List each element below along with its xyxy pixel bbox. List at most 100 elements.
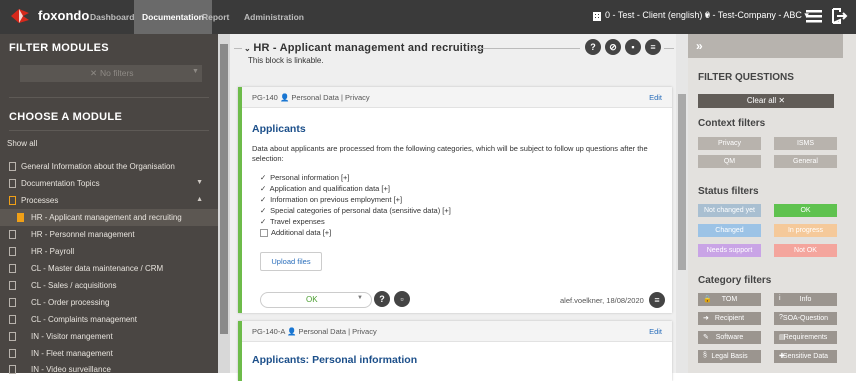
sidebar-item-hr-applicant-management[interactable]: HR - Applicant management and recruiting bbox=[0, 209, 218, 226]
sidebar-item-label: Processes bbox=[21, 196, 59, 205]
card-header: PG-140 👤 Personal Data | Privacy Edit bbox=[242, 87, 672, 108]
collapse-panel-button[interactable]: » bbox=[688, 34, 843, 58]
list-icon[interactable]: ≡ bbox=[645, 39, 661, 55]
checkmark-icon: ✓ bbox=[260, 195, 267, 204]
sidebar-item-in-visitor[interactable]: IN - Visitor mangement bbox=[0, 328, 218, 345]
option-additional-data[interactable]: Additional data [+] bbox=[260, 228, 331, 238]
option-personal-information[interactable]: ✓ Personal information [+] bbox=[260, 173, 350, 182]
sidebar-item-in-fleet[interactable]: IN - Fleet management bbox=[0, 345, 218, 362]
clear-all-button[interactable]: Clear all ✕ bbox=[698, 94, 834, 108]
filter-needs-support[interactable]: Needs support bbox=[698, 244, 761, 257]
divider bbox=[470, 48, 580, 49]
sidebar-item-in-video[interactable]: IN - Video surveillance bbox=[0, 361, 218, 378]
checkmark-icon: ✓ bbox=[260, 173, 267, 182]
checkmark-icon: ✓ bbox=[260, 217, 267, 226]
bookmark-icon bbox=[9, 162, 16, 171]
foxondo-logo-icon[interactable] bbox=[10, 7, 30, 25]
double-chevron-right-icon: » bbox=[696, 39, 703, 53]
filter-general[interactable]: General bbox=[774, 155, 837, 168]
filter-in-progress[interactable]: In progress bbox=[774, 224, 837, 237]
upload-files-button[interactable]: Upload files bbox=[260, 252, 322, 271]
checkmark-icon: ✓ bbox=[260, 206, 267, 215]
bookmark-icon bbox=[9, 281, 16, 290]
status-select[interactable]: OK ▼ bbox=[260, 292, 372, 308]
chevron-down-icon[interactable]: ▼ bbox=[196, 179, 203, 186]
filter-info[interactable]: i Info bbox=[774, 293, 837, 306]
filter-changed[interactable]: Changed bbox=[698, 224, 761, 237]
sidebar-item-label: CL - Order processing bbox=[31, 298, 110, 307]
edit-link[interactable]: Edit bbox=[649, 93, 662, 102]
nav-administration[interactable]: Administration bbox=[236, 0, 312, 34]
sidebar-item-label: CL - Complaints management bbox=[31, 315, 137, 324]
sidebar-item-hr-personnel-management[interactable]: HR - Personnel management bbox=[0, 226, 218, 243]
sidebar-item-processes[interactable]: Processes ▲ bbox=[0, 192, 218, 209]
sidebar-item-hr-payroll[interactable]: HR - Payroll bbox=[0, 243, 218, 260]
sidebar-item-cl-order-processing[interactable]: CL - Order processing bbox=[0, 294, 218, 311]
main-scrollbar-thumb[interactable] bbox=[678, 94, 686, 270]
sidebar-item-label: General Information about the Organisati… bbox=[21, 162, 175, 171]
bookmark-icon bbox=[9, 196, 16, 205]
hamburger-menu-icon[interactable] bbox=[805, 7, 823, 25]
module-filter-select[interactable]: ✕ No filters ▼ bbox=[20, 65, 202, 82]
filter-sensitive-data[interactable]: ✚ Sensitive Data bbox=[774, 350, 837, 363]
option-travel-expenses[interactable]: ✓ Travel expenses bbox=[260, 217, 325, 226]
filter-qm[interactable]: QM bbox=[698, 155, 761, 168]
chevron-up-icon[interactable]: ▲ bbox=[196, 196, 203, 203]
edit-link[interactable]: Edit bbox=[649, 327, 662, 336]
help-icon[interactable]: ? bbox=[374, 291, 390, 307]
filter-not-changed-yet[interactable]: Not changed yet bbox=[698, 204, 761, 217]
print-icon[interactable]: ▪ bbox=[625, 39, 641, 55]
filter-legal-basis[interactable]: § Legal Basis bbox=[698, 350, 761, 363]
filter-tom[interactable]: 🔒 TOM bbox=[698, 293, 761, 306]
card-title: Applicants: Personal information bbox=[252, 354, 418, 366]
bookmark-icon bbox=[9, 230, 16, 239]
category-filters-heading: Category filters bbox=[698, 275, 772, 286]
filter-recipient[interactable]: ➜ Recipient bbox=[698, 312, 761, 325]
logout-icon[interactable] bbox=[830, 7, 848, 25]
sidebar-item-label: IN - Fleet management bbox=[31, 349, 113, 358]
filter-software[interactable]: ✎ Software bbox=[698, 331, 761, 344]
filter-not-ok[interactable]: Not OK bbox=[774, 244, 837, 257]
option-previous-employment[interactable]: ✓ Information on previous employment [+] bbox=[260, 195, 402, 204]
sidebar-item-label: HR - Personnel management bbox=[31, 230, 135, 239]
filter-isms[interactable]: ISMS bbox=[774, 137, 837, 150]
nav-report[interactable]: Report bbox=[194, 0, 237, 34]
top-bar: foxondo Dashboard Documentation Report A… bbox=[0, 0, 856, 34]
help-icon[interactable]: ? bbox=[585, 39, 601, 55]
bookmark-icon bbox=[9, 315, 16, 324]
card-reference: PG-140-A 👤 Personal Data | Privacy bbox=[252, 327, 377, 336]
sidebar-item-cl-sales[interactable]: CL - Sales / acquisitions bbox=[0, 277, 218, 294]
module-sidebar: FILTER MODULES ✕ No filters ▼ CHOOSE A M… bbox=[0, 34, 218, 374]
sidebar-item-label: HR - Payroll bbox=[31, 247, 75, 256]
client-selector[interactable]: 0 - Test - Client (english) ▾ bbox=[605, 10, 709, 21]
divider bbox=[9, 130, 209, 131]
list-icon[interactable]: ≡ bbox=[649, 292, 665, 308]
checkbox[interactable] bbox=[260, 229, 268, 238]
sidebar-item-cl-complaints[interactable]: CL - Complaints management bbox=[0, 311, 218, 328]
module-filter-value: No filters bbox=[100, 68, 134, 78]
card-header: PG-140-A 👤 Personal Data | Privacy Edit bbox=[242, 321, 672, 342]
author-timestamp: alef.voelkner, 18/08/2020 bbox=[560, 296, 644, 305]
filter-ok[interactable]: OK bbox=[774, 204, 837, 217]
bookmark-icon bbox=[9, 247, 16, 256]
sidebar-item-cl-master-data[interactable]: CL - Master data maintenance / CRM bbox=[0, 260, 218, 277]
divider bbox=[9, 97, 209, 98]
sidebar-item-documentation-topics[interactable]: Documentation Topics ▼ bbox=[0, 175, 218, 192]
option-application-data[interactable]: ✓ Application and qualification data [+] bbox=[260, 184, 390, 193]
link-icon[interactable]: ⊘ bbox=[605, 39, 621, 55]
sidebar-item-general-information[interactable]: General Information about the Organisati… bbox=[0, 158, 218, 175]
bookmark-icon bbox=[9, 264, 16, 273]
filter-requirements[interactable]: ▤ Requirements bbox=[774, 331, 837, 344]
clear-filter-icon[interactable]: ✕ bbox=[90, 68, 97, 79]
question-card: PG-140-A 👤 Personal Data | Privacy Edit … bbox=[238, 321, 672, 381]
company-selector[interactable]: 0 - Test-Company - ABC ▾ bbox=[705, 10, 809, 21]
context-filters-heading: Context filters bbox=[698, 118, 766, 129]
question-card: PG-140 👤 Personal Data | Privacy Edit Ap… bbox=[238, 87, 672, 313]
comment-icon[interactable]: ▫ bbox=[394, 291, 410, 307]
filter-soa-question[interactable]: ? SOA-Question bbox=[774, 312, 837, 325]
show-all-link[interactable]: Show all bbox=[7, 139, 37, 148]
filter-privacy[interactable]: Privacy bbox=[698, 137, 761, 150]
card-description: Data about applicants are processed from… bbox=[252, 144, 648, 163]
option-special-categories[interactable]: ✓ Special categories of personal data (s… bbox=[260, 206, 451, 215]
sidebar-scrollbar-thumb[interactable] bbox=[220, 44, 228, 334]
